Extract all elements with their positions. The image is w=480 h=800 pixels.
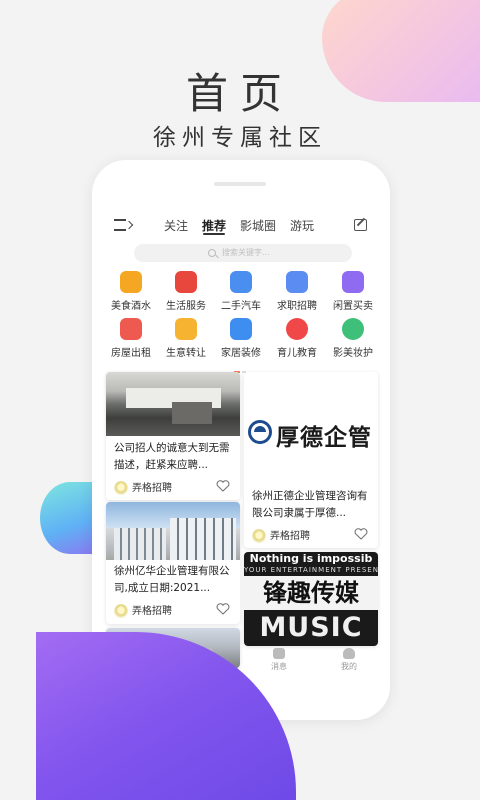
decorative-blob-left	[40, 482, 100, 554]
category-used-cars[interactable]: 二手汽车	[212, 271, 270, 312]
post-image-banner-text: 锋趣传媒	[244, 576, 378, 610]
user-icon	[343, 648, 355, 659]
post-card[interactable]: 厚德企管 徐州正德企业管理咨询有限公司隶属于厚德... 弄格招聘	[244, 372, 378, 548]
search-input[interactable]: 搜索关键字...	[134, 244, 352, 262]
category-label: 生活服务	[166, 301, 206, 312]
car-icon	[230, 271, 252, 293]
like-heart-icon[interactable]	[216, 603, 230, 615]
post-image	[106, 502, 240, 560]
drink-icon	[120, 271, 142, 293]
menu-icon[interactable]	[114, 218, 134, 232]
top-tab-bar: 关注 推荐 影城圈 游玩	[92, 212, 390, 240]
bell-icon	[273, 648, 285, 659]
post-card[interactable]: 徐州亿华企业管理有限公司,成立日期:2021... 弄格招聘	[106, 502, 240, 624]
category-label: 生意转让	[166, 348, 206, 359]
avatar	[252, 529, 266, 543]
active-tab-indicator	[203, 233, 225, 235]
phone-notch	[214, 182, 266, 186]
category-parenting[interactable]: 育儿教育	[268, 318, 326, 359]
post-author: 弄格招聘	[114, 479, 172, 495]
post-author: 弄格招聘	[114, 602, 172, 618]
rent-icon	[120, 318, 142, 340]
post-image-text: Nothing is impossib	[249, 552, 373, 565]
post-image-subtext: YOUR ENTERTAINMENT PRESENTS	[244, 566, 378, 574]
post-image: 厚德企管	[244, 372, 378, 484]
avatar	[114, 604, 128, 618]
nav-messages[interactable]: 消息	[254, 646, 304, 672]
category-label: 求职招聘	[277, 301, 317, 312]
category-home-decor[interactable]: 家居装修	[212, 318, 270, 359]
post-image: Nothing is impossib YOUR ENTERTAINMENT P…	[244, 552, 378, 646]
category-second-hand[interactable]: 闲置买卖	[324, 271, 382, 312]
trade-icon	[342, 271, 364, 293]
search-icon	[208, 249, 216, 257]
avatar	[114, 481, 128, 495]
hero-subtitle: 徐州专属社区	[153, 125, 327, 151]
post-author: 弄格招聘	[252, 527, 310, 543]
category-label: 美食酒水	[111, 301, 151, 312]
tab-follow[interactable]: 关注	[164, 217, 188, 234]
tab-recommend[interactable]: 推荐	[202, 217, 226, 234]
category-business-transfer[interactable]: 生意转让	[157, 318, 215, 359]
category-label: 闲置买卖	[333, 301, 373, 312]
category-label: 房屋出租	[111, 348, 151, 359]
shop-icon	[175, 318, 197, 340]
post-title: 公司招人的诚意大到无需描述，赶紧来应聘...	[114, 442, 230, 471]
post-image-text: 厚德企管	[276, 424, 372, 451]
category-label: 影美妆护	[333, 348, 373, 359]
post-card[interactable]: 公司招人的诚意大到无需描述，赶紧来应聘... 弄格招聘	[106, 372, 240, 500]
tab-play[interactable]: 游玩	[290, 217, 314, 234]
category-label: 家居装修	[221, 348, 261, 359]
search-placeholder: 搜索关键字...	[222, 248, 270, 257]
flower-icon	[342, 318, 364, 340]
hero-title: 首页	[185, 69, 294, 118]
post-card[interactable]: Nothing is impossib YOUR ENTERTAINMENT P…	[244, 552, 378, 646]
document-icon	[230, 318, 252, 340]
category-jobs[interactable]: 求职招聘	[268, 271, 326, 312]
edit-icon[interactable]	[354, 219, 367, 231]
post-image	[106, 372, 240, 436]
post-title: 徐州亿华企业管理有限公司,成立日期:2021...	[114, 565, 230, 594]
house-icon	[175, 271, 197, 293]
category-food-drinks[interactable]: 美食酒水	[102, 271, 160, 312]
post-title: 徐州正德企业管理咨询有限公司隶属于厚德...	[252, 490, 368, 519]
category-beauty[interactable]: 影美妆护	[324, 318, 382, 359]
company-logo-icon	[248, 420, 272, 444]
category-label: 育儿教育	[277, 348, 317, 359]
category-label: 二手汽车	[221, 301, 261, 312]
people-icon	[286, 271, 308, 293]
tab-cinema-circle[interactable]: 影城圈	[240, 217, 276, 234]
nav-profile[interactable]: 我的	[324, 646, 374, 672]
category-life-services[interactable]: 生活服务	[157, 271, 215, 312]
like-heart-icon[interactable]	[354, 528, 368, 540]
category-house-rent[interactable]: 房屋出租	[102, 318, 160, 359]
like-heart-icon[interactable]	[216, 480, 230, 492]
post-image-big-text: MUSIC	[259, 612, 363, 643]
heart-icon	[286, 318, 308, 340]
